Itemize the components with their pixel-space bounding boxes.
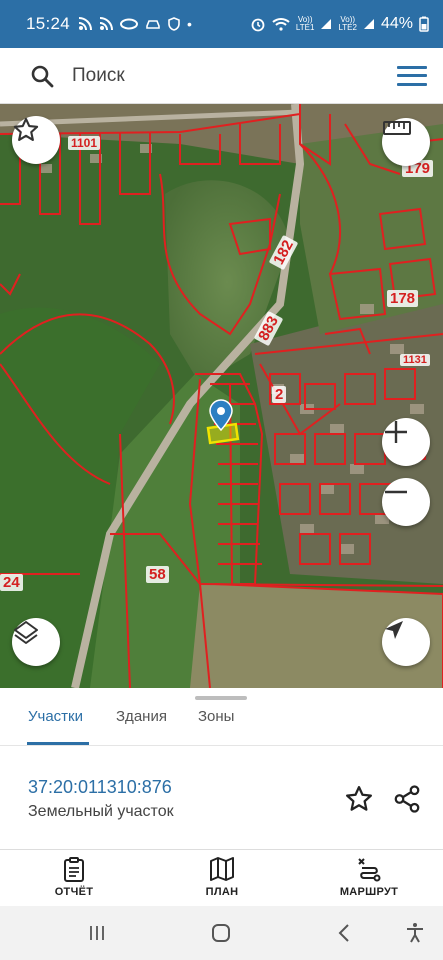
signal-2-icon — [363, 19, 374, 29]
report-icon — [64, 857, 84, 882]
nav-route-label: МАРШРУТ — [339, 886, 399, 898]
route-icon — [358, 858, 381, 882]
search-icon[interactable] — [30, 64, 54, 88]
star-icon[interactable] — [344, 784, 374, 814]
nav-report[interactable]: ОТЧЁТ — [29, 855, 119, 898]
recent-apps-icon[interactable] — [85, 921, 109, 945]
satellite-map[interactable] — [0, 104, 443, 688]
search-bar — [0, 48, 443, 104]
map-label: 58 — [146, 566, 169, 583]
search-input[interactable] — [72, 64, 397, 87]
menu-line-icon — [397, 82, 427, 86]
status-bar: 15:24 • Vo)) LTE1 Vo)) LTE2 44% — [0, 0, 443, 48]
home-icon[interactable] — [209, 921, 233, 945]
signal-1-icon — [321, 19, 332, 29]
layers-icon — [14, 621, 38, 644]
zoom-in-button[interactable] — [382, 418, 430, 466]
map-label: 1131 — [400, 354, 430, 366]
nav-plan[interactable]: ПЛАН — [177, 855, 267, 898]
system-nav-bar — [0, 906, 443, 960]
tab-buildings[interactable]: Здания — [116, 708, 167, 725]
map-view[interactable]: 1101 179 182 178 883 1131 2 24 58 — [0, 104, 443, 688]
rss-icon-2 — [99, 17, 114, 31]
accessibility-icon[interactable] — [403, 921, 427, 945]
tabs-bar: Участки Здания Зоны — [0, 688, 443, 746]
nav-report-label: ОТЧЁТ — [54, 886, 94, 898]
network-1-label: Vo)) LTE1 — [295, 15, 315, 32]
active-tab-indicator — [27, 742, 89, 745]
layers-button[interactable] — [12, 618, 60, 666]
ruler-icon — [383, 121, 411, 135]
shield-icon — [168, 17, 180, 31]
zoom-out-button[interactable] — [382, 478, 430, 526]
parcel-number[interactable]: 37:20:011310:876 — [28, 777, 172, 798]
parcel-card[interactable]: 37:20:011310:876 Земельный участок — [0, 746, 443, 850]
navigation-arrow-icon — [385, 621, 403, 639]
menu-line-icon — [397, 74, 427, 77]
ruler-button[interactable] — [382, 118, 430, 166]
parcel-type: Земельный участок — [28, 803, 174, 820]
map-label: 24 — [0, 574, 23, 591]
my-location-button[interactable] — [382, 618, 430, 666]
network-2-label: Vo)) LTE2 — [338, 15, 357, 32]
star-icon — [13, 117, 39, 141]
alarm-icon — [251, 18, 265, 32]
dot-icon: • — [187, 16, 192, 32]
map-label: 178 — [387, 290, 419, 307]
tab-parcels[interactable]: Участки — [28, 708, 83, 725]
drag-handle[interactable] — [195, 696, 247, 700]
status-time: 15:24 — [26, 14, 71, 33]
rss-icon — [78, 17, 93, 31]
wifi-icon — [272, 18, 290, 31]
tab-zones[interactable]: Зоны — [198, 708, 234, 725]
car-icon — [146, 20, 160, 29]
menu-button[interactable] — [397, 64, 427, 88]
map-label: 1101 — [68, 136, 101, 150]
share-icon[interactable] — [392, 784, 422, 814]
bottom-nav: ОТЧЁТ ПЛАН МАРШРУТ — [0, 850, 443, 906]
plus-icon — [385, 421, 407, 443]
back-icon[interactable] — [333, 921, 357, 945]
battery-level: 44% — [380, 15, 413, 32]
map-icon — [210, 857, 234, 881]
nav-route[interactable]: МАРШРУТ — [324, 855, 414, 898]
battery-icon — [419, 16, 429, 32]
favorite-map-button[interactable] — [12, 116, 60, 164]
link-icon — [120, 18, 139, 30]
menu-line-icon — [397, 65, 427, 69]
minus-icon — [385, 490, 407, 494]
nav-plan-label: ПЛАН — [205, 886, 239, 898]
map-label: 2 — [272, 386, 287, 403]
